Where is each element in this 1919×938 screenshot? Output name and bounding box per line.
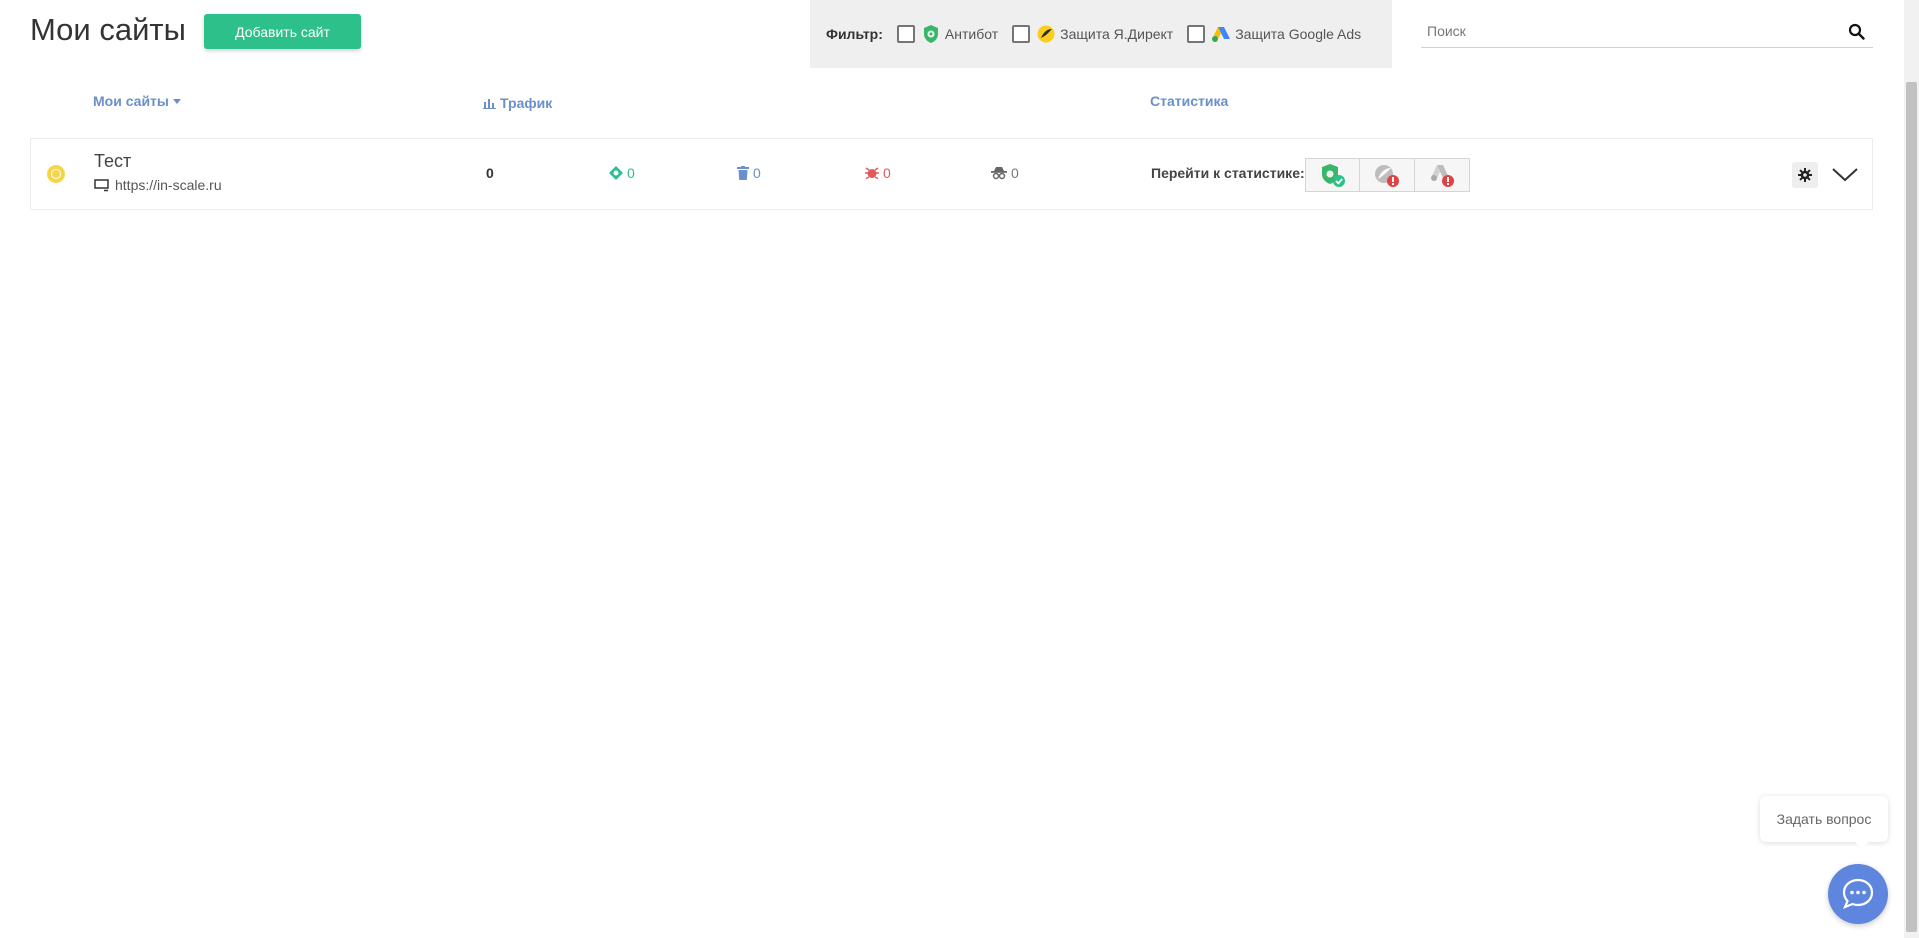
column-stats: Статистика (1150, 93, 1228, 109)
filter-antibot-checkbox[interactable] (896, 25, 915, 43)
filter-google-ads-checkbox[interactable] (1187, 25, 1206, 43)
metric-bug-value: 0 (883, 165, 891, 181)
yandex-error-icon (1375, 165, 1399, 187)
metric-spy: 0 (991, 165, 1019, 181)
column-stats-label: Статистика (1150, 93, 1229, 109)
search-icon[interactable] (1848, 23, 1865, 40)
column-traffic[interactable]: Трафик (483, 95, 552, 111)
chat-bubble-icon (1842, 878, 1874, 909)
metric-target: 0 (609, 165, 635, 181)
traffic-total: 0 (486, 165, 494, 181)
search-input[interactable] (1421, 15, 1873, 47)
site-name[interactable]: Тест (94, 151, 131, 172)
column-traffic-label: Трафик (500, 95, 553, 111)
antibot-ok-icon (1321, 164, 1345, 187)
google-ads-icon (1211, 24, 1231, 44)
status-indicator-icon (47, 165, 65, 183)
column-sites-sort[interactable]: Мои сайты (93, 93, 181, 109)
expand-row-button[interactable] (1831, 165, 1859, 185)
metric-target-value: 0 (627, 165, 635, 181)
page-title: Мои сайты (30, 12, 186, 47)
target-icon (609, 166, 623, 180)
scrollbar-thumb[interactable] (1906, 82, 1917, 932)
metric-bug: 0 (865, 165, 891, 181)
filter-label: Фильтр: (826, 26, 883, 42)
gear-icon (1798, 168, 1812, 182)
filter-google-ads[interactable]: Защита Google Ads (1187, 24, 1361, 44)
stats-yandex-button[interactable] (1360, 158, 1415, 192)
bar-chart-icon (483, 99, 496, 109)
filter-yandex-direct[interactable]: Защита Я.Директ (1012, 24, 1173, 44)
filter-yandex-direct-label: Защита Я.Директ (1060, 26, 1174, 42)
chevron-down-icon (1832, 168, 1858, 182)
chat-tooltip[interactable]: Задать вопрос (1760, 796, 1888, 849)
trash-icon (737, 166, 749, 180)
filter-antibot[interactable]: Антибот (896, 24, 999, 44)
add-site-button[interactable]: Добавить сайт (204, 14, 361, 49)
bug-icon (865, 167, 879, 180)
google-ads-error-icon (1431, 165, 1454, 187)
spy-icon (991, 167, 1007, 180)
stats-google-ads-button[interactable] (1415, 158, 1470, 192)
goto-stats-label: Перейти к статистике: (1151, 165, 1305, 181)
site-row: Тест https://in-scale.ru 0 0 0 0 0 Перей… (30, 138, 1873, 210)
yandex-direct-icon (1036, 24, 1056, 44)
filter-google-ads-label: Защита Google Ads (1235, 26, 1362, 42)
filter-yandex-direct-checkbox[interactable] (1012, 25, 1031, 43)
stats-buttons (1305, 158, 1470, 192)
chat-button[interactable] (1828, 864, 1888, 924)
antibot-shield-icon (921, 24, 941, 44)
column-sites-label: Мои сайты (93, 93, 169, 109)
filter-panel: Фильтр: Антибот Защита Я.Директ Защита G… (810, 0, 1392, 68)
site-settings-button[interactable] (1792, 162, 1818, 188)
metric-spy-value: 0 (1011, 165, 1019, 181)
search-box (1421, 15, 1873, 48)
metric-trash-value: 0 (753, 165, 761, 181)
site-url[interactable]: https://in-scale.ru (115, 177, 222, 193)
metric-trash: 0 (737, 165, 761, 181)
stats-antibot-button[interactable] (1305, 158, 1360, 192)
filter-antibot-label: Антибот (944, 26, 999, 42)
site-url-row: https://in-scale.ru (94, 177, 222, 193)
caret-down-icon (172, 98, 181, 104)
monitor-icon (94, 178, 109, 191)
